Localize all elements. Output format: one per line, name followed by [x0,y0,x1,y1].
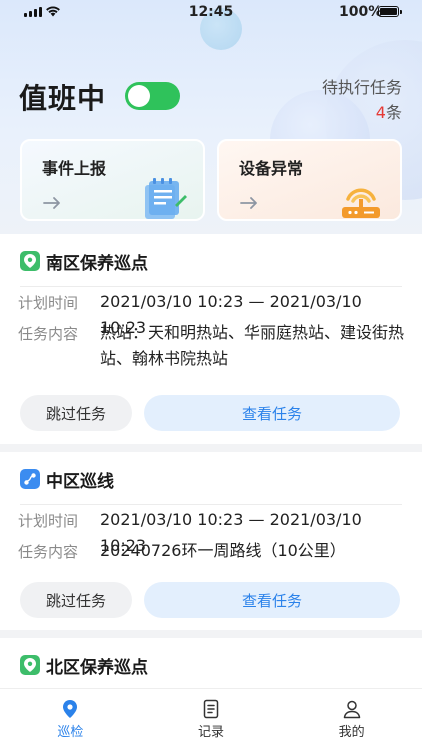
event-report-card[interactable]: 事件上报 [20,139,205,221]
document-icon [145,178,187,219]
tab-label: 巡检 [57,725,84,740]
toggle-knob [128,85,150,107]
tab-patrol[interactable]: 巡检 [0,689,141,750]
view-task-button[interactable]: 查看任务 [144,395,400,431]
arrow-right-icon [240,197,257,209]
device-abnormal-card[interactable]: 设备异常 [217,139,402,221]
task-content-value: 热站：天和明热站、华丽庭热站、建设街热站、翰林书院热站 [100,323,405,368]
plan-time-label: 计划时间 [18,512,79,530]
pending-tasks-label: 待执行任务 [321,78,402,97]
event-report-label: 事件上报 [42,159,107,178]
skip-task-button[interactable]: 跳过任务 [20,582,132,618]
task-content-label: 任务内容 [18,543,79,561]
document-icon [203,699,219,719]
task-content-label: 任务内容 [18,325,79,343]
tab-records[interactable]: 记录 [141,689,282,750]
task-content-value: 20240726环一周路线（10公里） [100,541,346,560]
task-card: 南区保养巡点 计划时间 2021/03/10 10:23 — 2021/03/1… [0,234,422,444]
router-icon [342,188,380,218]
task-header[interactable]: 中区巡线 [20,452,114,506]
task-card: 中区巡线 计划时间 2021/03/10 10:23 — 2021/03/10 … [0,452,422,630]
tab-mine[interactable]: 我的 [281,689,422,750]
task-title: 北区保养巡点 [46,657,148,678]
pending-tasks-count[interactable]: 4条 [376,99,402,123]
tab-label: 我的 [338,725,365,740]
view-task-button[interactable]: 查看任务 [144,582,400,618]
user-icon [343,700,360,719]
pending-count-unit: 条 [385,103,402,122]
duty-toggle[interactable] [125,82,180,110]
battery-percent: 100% [339,4,383,20]
battery-icon [378,6,402,17]
status-bar: 12:45 100% [0,0,422,26]
location-pin-icon [63,700,78,718]
bottom-tab-bar: 巡检 记录 我的 [0,688,422,750]
device-abnormal-label: 设备异常 [239,159,304,178]
tab-label: 记录 [198,725,225,740]
plan-time-label: 计划时间 [18,294,79,312]
route-icon [20,469,40,489]
task-title: 南区保养巡点 [46,253,148,274]
skip-task-button[interactable]: 跳过任务 [20,395,132,431]
pending-count-number: 4 [375,103,386,122]
task-title: 中区巡线 [46,471,114,492]
divider [20,286,402,287]
map-pin-icon [20,655,40,675]
divider [20,504,402,505]
arrow-right-icon [43,197,60,209]
map-pin-icon [20,251,40,271]
task-header[interactable]: 北区保养巡点 [20,638,148,692]
task-header[interactable]: 南区保养巡点 [20,234,148,288]
duty-status-label: 值班中 [19,82,107,115]
